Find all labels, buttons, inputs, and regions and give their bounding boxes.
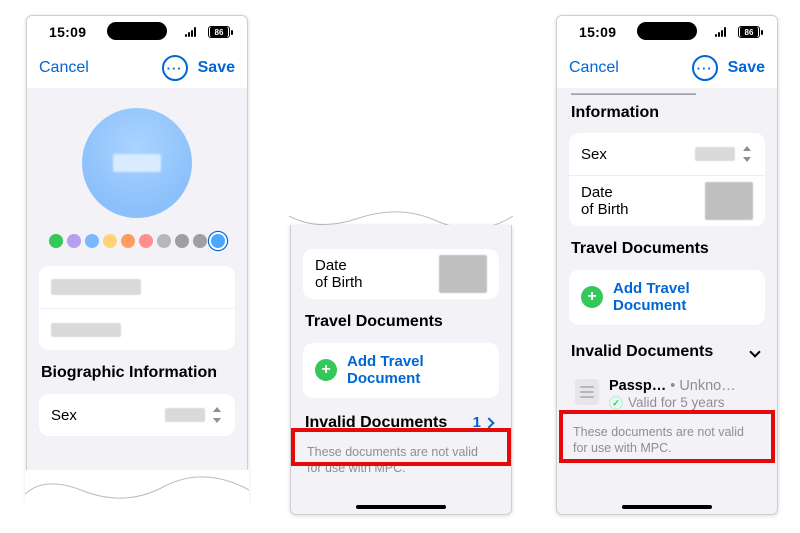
phone-screen-3: 15:09 86 Cancel ··· Save ─────────	[556, 15, 778, 515]
cellular-signal-icon	[185, 27, 200, 37]
home-indicator	[622, 505, 712, 509]
swatch[interactable]	[157, 234, 171, 248]
checkmark-icon: ✓	[609, 396, 623, 410]
dob-row[interactable]: Date of Birth	[303, 249, 499, 299]
biographic-card: Sex	[39, 394, 235, 436]
phone-screen-1: 15:09 86 Cancel ··· Save	[26, 15, 248, 505]
invalid-documents-toggle[interactable]: Invalid Documents 1	[303, 406, 499, 440]
swatch[interactable]	[103, 234, 117, 248]
swatch[interactable]	[139, 234, 153, 248]
cancel-button[interactable]: Cancel	[39, 59, 89, 77]
save-button[interactable]: Save	[198, 59, 235, 77]
dob-card: Date of Birth	[303, 249, 499, 299]
document-icon	[575, 379, 599, 405]
add-travel-label-l2: Document	[347, 370, 424, 387]
save-button[interactable]: Save	[728, 59, 765, 77]
dynamic-island	[107, 22, 167, 40]
redacted-value	[695, 147, 735, 161]
redacted-value	[439, 255, 487, 293]
travel-docs-card: + Add Travel Document	[569, 270, 765, 325]
chevron-right-icon	[483, 417, 494, 428]
bullet-separator-icon: •	[670, 377, 675, 395]
sex-label: Sex	[51, 407, 77, 424]
add-travel-label-l1: Add Travel	[613, 280, 690, 297]
battery-icon: 86	[738, 26, 763, 38]
section-title-travel: Travel Documents	[571, 240, 765, 258]
status-time: 15:09	[49, 24, 86, 40]
status-time: 15:09	[579, 24, 616, 40]
status-bar: 15:09 86	[557, 16, 777, 48]
add-travel-document-row[interactable]: + Add Travel Document	[569, 270, 765, 325]
profile-avatar[interactable]	[82, 108, 192, 218]
section-title-travel: Travel Documents	[305, 313, 499, 331]
sex-label: Sex	[581, 146, 607, 163]
invalid-documents-count: 1	[473, 414, 481, 431]
status-indicators: 86	[715, 24, 763, 40]
biographic-card: Sex Date of Birth	[569, 133, 765, 226]
avatar-color-swatches	[49, 234, 225, 248]
swatch[interactable]	[193, 234, 207, 248]
section-title-biographic: Biographic Information	[41, 364, 235, 382]
section-title-biographic-cut: ─────────── Information	[571, 86, 765, 121]
battery-icon: 86	[208, 26, 233, 38]
select-arrows-icon	[211, 406, 223, 424]
redacted-value	[165, 408, 205, 422]
redacted-text	[51, 279, 141, 295]
dob-label: Date of Birth	[581, 184, 629, 218]
chevron-down-icon	[749, 346, 760, 357]
add-travel-label-l1: Add Travel	[347, 353, 424, 370]
plus-icon: +	[581, 286, 603, 308]
swatch[interactable]	[85, 234, 99, 248]
avatar-redacted	[113, 154, 161, 172]
swatch-selected[interactable]	[211, 234, 225, 248]
status-indicators: 86	[185, 24, 233, 40]
redacted-text	[51, 323, 121, 337]
invalid-documents-title: Invalid Documents	[305, 414, 447, 432]
swatch[interactable]	[121, 234, 135, 248]
home-indicator	[356, 505, 446, 509]
sex-row[interactable]: Sex	[39, 394, 235, 436]
document-subtitle: Unkno…	[679, 377, 735, 395]
document-validity: Valid for 5 years	[628, 395, 725, 412]
swatch[interactable]	[67, 234, 81, 248]
more-menu-button[interactable]: ···	[692, 55, 718, 81]
invalid-documents-footnote: These documents are not valid for use wi…	[569, 420, 765, 471]
invalid-documents-toggle[interactable]: Invalid Documents	[569, 335, 765, 369]
cancel-button[interactable]: Cancel	[569, 59, 619, 77]
swatch[interactable]	[49, 234, 63, 248]
invalid-document-row[interactable]: Passp… • Unkno… ✓ Valid for 5 years	[569, 369, 765, 420]
sex-row[interactable]: Sex	[569, 133, 765, 175]
document-name: Passp…	[609, 377, 666, 395]
name-row-1[interactable]	[39, 266, 235, 308]
plus-icon: +	[315, 359, 337, 381]
dob-row[interactable]: Date of Birth	[569, 175, 765, 226]
phone-screen-2: Date of Birth Travel Documents + Add Tra…	[290, 225, 512, 515]
name-card	[39, 266, 235, 350]
torn-edge-bottom	[25, 470, 249, 516]
cellular-signal-icon	[715, 27, 730, 37]
redacted-value	[705, 182, 753, 220]
travel-docs-card: + Add Travel Document	[303, 343, 499, 398]
invalid-documents-title: Invalid Documents	[571, 343, 713, 361]
profile-avatar-section	[39, 98, 235, 254]
add-travel-label-l2: Document	[613, 297, 690, 314]
nav-bar: Cancel ··· Save	[27, 48, 247, 88]
more-menu-button[interactable]: ···	[162, 55, 188, 81]
dob-label: Date of Birth	[315, 257, 363, 291]
nav-bar: Cancel ··· Save	[557, 48, 777, 88]
status-bar: 15:09 86	[27, 16, 247, 48]
select-arrows-icon	[741, 145, 753, 163]
add-travel-document-row[interactable]: + Add Travel Document	[303, 343, 499, 398]
dynamic-island	[637, 22, 697, 40]
name-row-2[interactable]	[39, 308, 235, 350]
swatch[interactable]	[175, 234, 189, 248]
invalid-documents-footnote: These documents are not valid for use wi…	[303, 440, 499, 491]
